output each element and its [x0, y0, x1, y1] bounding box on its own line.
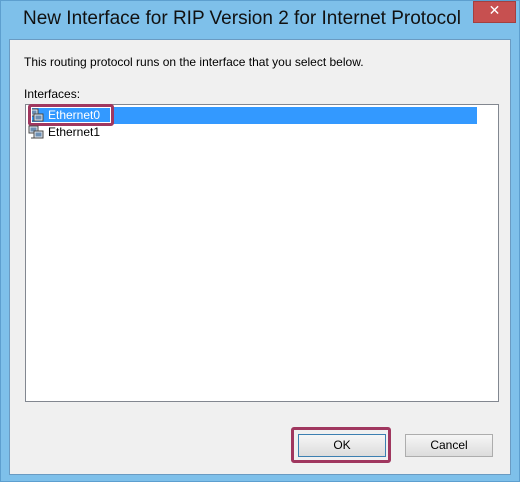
list-item-label: Ethernet1 [48, 125, 101, 139]
close-button[interactable]: ✕ [473, 1, 516, 23]
title-bar[interactable]: New Interface for RIP Version 2 for Inte… [1, 1, 519, 39]
dialog-window: New Interface for RIP Version 2 for Inte… [0, 0, 520, 482]
description-text: This routing protocol runs on the interf… [24, 55, 364, 69]
interfaces-label: Interfaces: [24, 87, 81, 101]
window-title: New Interface for RIP Version 2 for Inte… [23, 8, 461, 29]
interfaces-list[interactable]: Ethernet0 Ethernet1 [25, 104, 499, 402]
list-item-ethernet1[interactable]: Ethernet1 [28, 124, 494, 141]
close-icon: ✕ [488, 3, 501, 19]
dialog-body: This routing protocol runs on the interf… [9, 39, 511, 475]
cancel-button[interactable]: Cancel [405, 434, 493, 457]
ok-button[interactable]: OK [298, 434, 386, 457]
annotation-highlight [28, 104, 114, 126]
network-interface-icon [28, 125, 44, 139]
list-item-ethernet0[interactable]: Ethernet0 [28, 104, 494, 126]
